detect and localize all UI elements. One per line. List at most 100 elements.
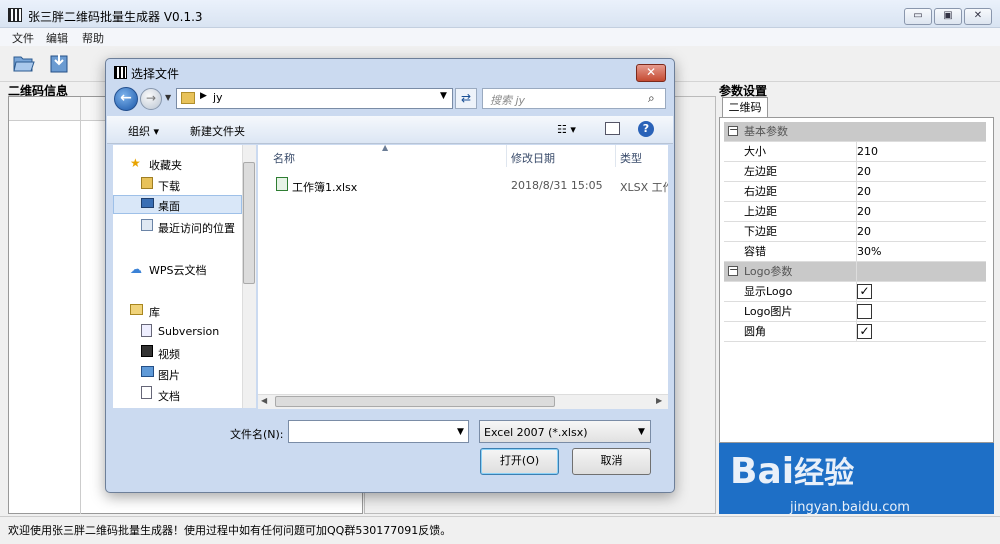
property-name: 容错 <box>744 245 766 258</box>
documents-icon <box>141 386 152 399</box>
property-name: 下边距 <box>744 225 777 238</box>
file-name[interactable]: 工作簿1.xlsx <box>292 179 357 195</box>
property-name: 上边距 <box>744 205 777 218</box>
property-row[interactable]: 大小 210 <box>724 142 986 162</box>
scroll-right-icon[interactable]: ▶ <box>656 396 662 405</box>
property-row[interactable]: 容错 30% <box>724 242 986 262</box>
column-type[interactable]: 类型 <box>620 150 642 166</box>
nav-desktop[interactable]: 桌面 <box>158 198 180 214</box>
pictures-icon <box>141 366 154 377</box>
filetype-value: Excel 2007 (*.xlsx) <box>484 426 588 439</box>
nav-wps-cloud[interactable]: WPS云文档 <box>149 262 207 278</box>
nav-pictures[interactable]: 图片 <box>158 367 180 383</box>
new-folder-button[interactable]: 新建文件夹 <box>190 123 245 139</box>
search-placeholder: 搜索 jy <box>490 94 526 107</box>
preview-pane-icon[interactable] <box>605 122 620 135</box>
scroll-left-icon[interactable]: ◀ <box>261 396 267 405</box>
menu-edit[interactable]: 编辑 <box>46 30 68 46</box>
left-panel-title: 二维码信息 <box>8 84 69 98</box>
sort-arrow-icon: ▲ <box>382 143 389 152</box>
logo-image-checkbox[interactable] <box>857 304 872 319</box>
collapse-icon[interactable]: − <box>728 124 738 136</box>
library-icon <box>130 304 143 315</box>
filename-input[interactable] <box>288 420 469 443</box>
property-name: 圆角 <box>744 325 766 338</box>
open-button[interactable]: 打开(O) <box>480 448 559 475</box>
grid-column-divider <box>80 97 81 514</box>
property-value[interactable]: 20 <box>857 182 871 201</box>
property-row[interactable]: 上边距 20 <box>724 202 986 222</box>
property-name: 右边距 <box>744 185 777 198</box>
filename-dropdown-icon[interactable]: ▼ <box>457 427 464 437</box>
close-button[interactable]: ✕ <box>964 8 992 25</box>
nav-favorites[interactable]: 收藏夹 <box>149 157 182 173</box>
search-icon[interactable]: ⌕ <box>648 91 655 106</box>
filetype-dropdown-icon[interactable]: ▼ <box>638 427 645 437</box>
tab-qrcode[interactable]: 二维码 <box>722 97 768 117</box>
cancel-button[interactable]: 取消 <box>572 448 651 475</box>
window-title: 张三胖二维码批量生成器 V0.1.3 <box>28 10 203 24</box>
category-basic[interactable]: − 基本参数 <box>724 122 986 142</box>
address-dropdown-icon[interactable]: ▼ <box>440 91 447 101</box>
property-name: 显示Logo <box>744 285 793 298</box>
menu-bar <box>0 28 1000 46</box>
import-icon[interactable] <box>48 52 72 74</box>
recent-places-icon <box>141 219 153 231</box>
breadcrumb-arrow-icon[interactable]: ▶ <box>200 91 207 101</box>
property-value[interactable]: 30% <box>857 242 881 261</box>
open-folder-icon[interactable] <box>12 52 36 74</box>
help-icon[interactable]: ? <box>638 121 654 137</box>
rounded-checkbox[interactable]: ✓ <box>857 324 872 339</box>
nav-scrollbar-thumb[interactable] <box>243 162 255 284</box>
property-row[interactable]: 左边距 20 <box>724 162 986 182</box>
property-divider <box>856 142 857 342</box>
property-value[interactable]: 20 <box>857 162 871 181</box>
nav-video[interactable]: 视频 <box>158 346 180 362</box>
property-value[interactable]: 20 <box>857 222 871 241</box>
column-divider[interactable] <box>506 145 507 167</box>
file-date: 2018/8/31 15:05 <box>511 179 603 192</box>
view-icon[interactable]: ☷ ▾ <box>557 123 576 136</box>
refresh-icon[interactable]: ⇄ <box>455 88 477 109</box>
organize-button[interactable]: 组织 ▾ <box>128 123 159 139</box>
column-divider[interactable] <box>615 145 616 167</box>
forward-icon[interactable]: → <box>140 88 162 110</box>
property-row[interactable]: 右边距 20 <box>724 182 986 202</box>
history-dropdown-icon[interactable]: ▼ <box>165 93 171 102</box>
property-value[interactable]: 20 <box>857 202 871 221</box>
desktop-icon <box>141 198 154 208</box>
nav-downloads[interactable]: 下载 <box>158 178 180 194</box>
category-label: Logo参数 <box>744 265 793 278</box>
property-row[interactable]: 圆角 ✓ <box>724 322 986 342</box>
minimize-button[interactable]: ▭ <box>904 8 932 25</box>
nav-documents[interactable]: 文档 <box>158 388 180 404</box>
back-icon[interactable]: ← <box>114 87 138 111</box>
horizontal-scrollbar-thumb[interactable] <box>275 396 555 407</box>
nav-library[interactable]: 库 <box>149 304 160 320</box>
collapse-icon[interactable]: − <box>728 264 738 276</box>
menu-help[interactable]: 帮助 <box>82 30 104 46</box>
menu-file[interactable]: 文件 <box>12 30 34 46</box>
nav-recent[interactable]: 最近访问的位置 <box>158 220 235 236</box>
video-icon <box>141 345 153 357</box>
category-logo[interactable]: − Logo参数 <box>724 262 986 282</box>
show-logo-checkbox[interactable]: ✓ <box>857 284 872 299</box>
dialog-close-button[interactable]: ✕ <box>636 64 666 82</box>
file-type: XLSX 工作 <box>620 181 668 194</box>
property-value[interactable]: 210 <box>857 142 878 161</box>
maximize-button[interactable]: ▣ <box>934 8 962 25</box>
watermark-url: jingyan.baidu.com <box>790 500 910 515</box>
property-name: 左边距 <box>744 165 777 178</box>
property-row[interactable]: Logo图片 <box>724 302 986 322</box>
downloads-icon <box>141 177 153 189</box>
address-path[interactable]: jy <box>213 91 223 104</box>
nav-subversion[interactable]: Subversion <box>158 325 219 338</box>
app-qr-icon <box>8 8 22 22</box>
property-row[interactable]: 显示Logo ✓ <box>724 282 986 302</box>
property-name: Logo图片 <box>744 305 793 318</box>
subversion-icon <box>141 324 152 337</box>
column-name[interactable]: 名称 <box>273 150 295 166</box>
property-row[interactable]: 下边距 20 <box>724 222 986 242</box>
wps-cloud-icon: ☁ <box>130 262 142 276</box>
column-date[interactable]: 修改日期 <box>511 150 555 166</box>
